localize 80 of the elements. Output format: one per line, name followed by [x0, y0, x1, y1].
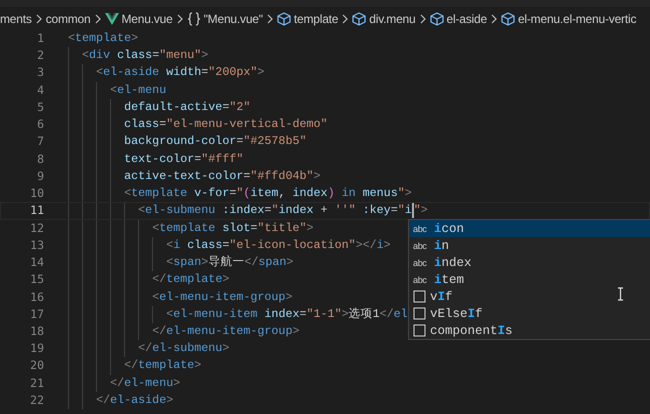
line-number: 13 — [29, 236, 44, 254]
suggestion-item[interactable]: abc item — [409, 271, 650, 288]
code-line: <el-menu-item index="1-1">选项1</el — [44, 306, 408, 323]
code-line: <span>导航一</span> — [44, 254, 294, 272]
chevron-icon — [418, 12, 426, 24]
suggestion-item[interactable]: vElseIf — [409, 305, 650, 322]
chevron-icon — [176, 12, 184, 24]
word-icon: abc — [413, 258, 430, 268]
line-number: 15 — [29, 271, 44, 288]
chevron-icon — [34, 12, 43, 24]
line-number: 20 — [29, 357, 44, 374]
breadcrumb-item[interactable]: "Menu.vue" — [204, 12, 263, 26]
suggestion-item[interactable]: abc in — [409, 237, 650, 254]
code-line: text-color="#fff" — [44, 150, 244, 168]
line-number: 8 — [36, 150, 44, 168]
snippet-icon — [413, 290, 426, 303]
chevron-icon — [341, 12, 350, 24]
code-line: </template> — [44, 357, 202, 375]
line-number: 19 — [29, 340, 44, 358]
line-number: 3 — [36, 64, 44, 82]
suggestion-item[interactable]: abc index — [409, 254, 650, 271]
code-line: </el-aside> — [44, 392, 174, 410]
code-line: <template v-for="(item, index) in menus"> — [44, 185, 412, 202]
code-line: <el-menu-item-group> — [44, 288, 292, 306]
chevron-icon — [490, 12, 498, 24]
code-line: </template> — [44, 271, 230, 289]
code-line: <template> — [67, 30, 138, 47]
word-icon: abc — [413, 224, 430, 234]
code-line: class="el-menu-vertical-demo" — [44, 116, 328, 134]
line-number: 5 — [36, 98, 44, 116]
line-number: 16 — [29, 288, 44, 306]
line-number: 21 — [29, 374, 44, 392]
word-icon: abc — [413, 274, 430, 284]
line-number: 6 — [36, 116, 44, 134]
chevron-icon — [266, 12, 274, 24]
v-logo-icon — [104, 12, 119, 26]
cube-icon — [352, 12, 366, 26]
code-line: <el-aside width="200px"> — [44, 64, 264, 82]
line-number: 22 — [29, 392, 44, 409]
code-line: background-color="#2578b5" — [44, 133, 306, 151]
line-number: 17 — [29, 306, 44, 323]
suggestion-item[interactable]: componentIs — [409, 322, 650, 339]
breadcrumb-item[interactable]: el-aside — [446, 12, 487, 26]
text-cursor-icon — [617, 287, 624, 301]
line-number: 4 — [36, 82, 44, 99]
code-line: <i class="el-icon-location"></i> — [44, 236, 391, 254]
suggestion-item[interactable]: vIf — [409, 288, 650, 305]
braces-icon — [186, 12, 201, 26]
chevron-icon — [94, 12, 102, 24]
snippet-icon — [413, 324, 426, 337]
code-line: default-active="2" — [44, 98, 250, 116]
line-number: 11 — [29, 202, 44, 220]
line-number: 2 — [36, 47, 44, 64]
breadcrumb-item[interactable]: common — [46, 12, 91, 26]
line-number: 7 — [36, 133, 44, 150]
suggestion-item[interactable]: abc icon — [409, 220, 650, 237]
breadcrumb-item[interactable]: template — [294, 12, 338, 26]
line-number: 10 — [29, 185, 44, 202]
snippet-icon — [413, 307, 426, 320]
code-line: active-text-color="#ffd04b"> — [44, 168, 321, 186]
line-number: 12 — [29, 220, 44, 237]
line-number: 1 — [36, 30, 44, 47]
cube-icon — [430, 12, 444, 26]
breadcrumb-item[interactable]: Menu.vue — [122, 12, 173, 26]
word-icon: abc — [413, 240, 430, 250]
cube-icon — [276, 12, 291, 26]
line-number: 18 — [29, 322, 44, 340]
code-line: </el-submenu> — [44, 340, 230, 358]
code-line: </el-menu-item-group> — [44, 322, 300, 340]
line-number: 14 — [29, 254, 44, 272]
code-line: <el-menu — [44, 82, 166, 99]
code-line: </el-menu> — [44, 374, 180, 392]
cube-icon — [500, 12, 515, 26]
code-line: <div class="menu"> — [44, 47, 208, 64]
breadcrumb-item[interactable]: div.menu — [369, 12, 416, 26]
breadcrumb-item[interactable]: ments — [0, 12, 32, 26]
code-line: <template slot="title"> — [44, 220, 314, 237]
code-line: <el-submenu :index="index + ''" :key="i "> — [44, 202, 428, 220]
breadcrumb-item[interactable]: el-menu.el-menu-vertic — [518, 12, 636, 26]
line-number: 9 — [36, 168, 44, 185]
